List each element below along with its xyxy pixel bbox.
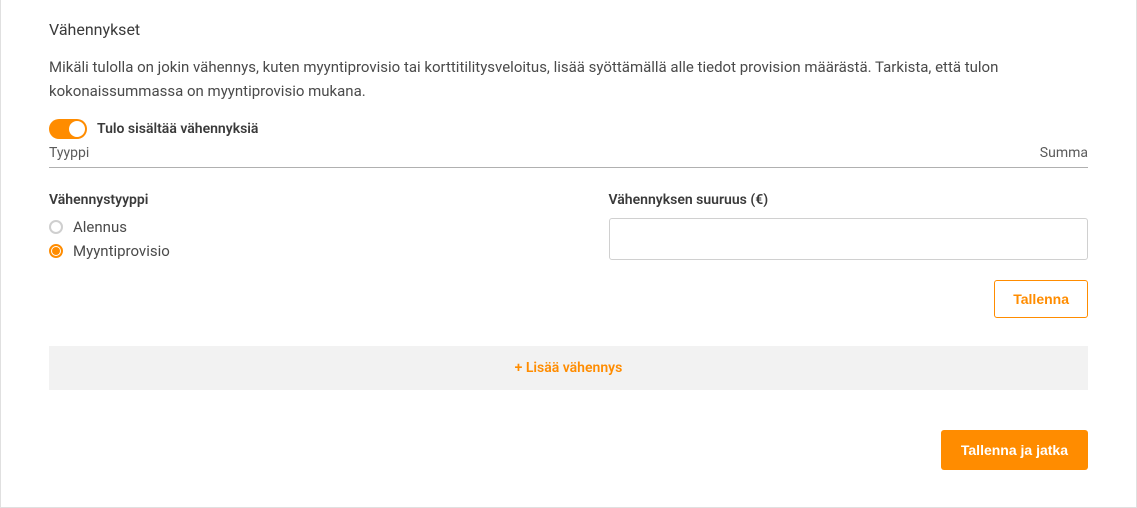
radio-option-commission[interactable]: Myyntiprovisio bbox=[49, 242, 569, 260]
radio-label-discount: Alennus bbox=[73, 218, 127, 236]
table-header: Tyyppi Summa bbox=[49, 145, 1088, 168]
deduction-type-label: Vähennystyyppi bbox=[49, 192, 569, 208]
form-col-left: Vähennystyyppi Alennus Myyntiprovisio bbox=[49, 192, 569, 260]
section-title: Vähennykset bbox=[49, 20, 1088, 39]
radio-icon bbox=[49, 244, 63, 258]
form-col-right: Vähennyksen suuruus (€) bbox=[609, 192, 1089, 260]
save-button[interactable]: Tallenna bbox=[994, 280, 1088, 318]
column-type: Tyyppi bbox=[49, 145, 89, 161]
radio-option-discount[interactable]: Alennus bbox=[49, 218, 569, 236]
radio-icon bbox=[49, 220, 63, 234]
deduction-amount-input[interactable] bbox=[609, 218, 1089, 260]
include-deductions-toggle[interactable] bbox=[49, 119, 87, 139]
toggle-row: Tulo sisältää vähennyksiä bbox=[49, 119, 1088, 139]
radio-label-commission: Myyntiprovisio bbox=[73, 242, 170, 260]
footer-row: Tallenna ja jatka bbox=[49, 430, 1088, 470]
deduction-type-radio-group: Alennus Myyntiprovisio bbox=[49, 218, 569, 260]
toggle-knob bbox=[69, 121, 85, 137]
form-row: Vähennystyyppi Alennus Myyntiprovisio Vä… bbox=[49, 192, 1088, 260]
deduction-amount-label: Vähennyksen suuruus (€) bbox=[609, 192, 1089, 208]
toggle-label: Tulo sisältää vähennyksiä bbox=[97, 121, 258, 137]
section-description: Mikäli tulolla on jokin vähennys, kuten … bbox=[49, 55, 1088, 103]
save-continue-button[interactable]: Tallenna ja jatka bbox=[941, 430, 1088, 470]
deductions-panel: Vähennykset Mikäli tulolla on jokin vähe… bbox=[0, 0, 1137, 508]
add-deduction-button[interactable]: + Lisää vähennys bbox=[49, 346, 1088, 390]
save-button-row: Tallenna bbox=[49, 280, 1088, 318]
column-sum: Summa bbox=[1040, 145, 1088, 161]
